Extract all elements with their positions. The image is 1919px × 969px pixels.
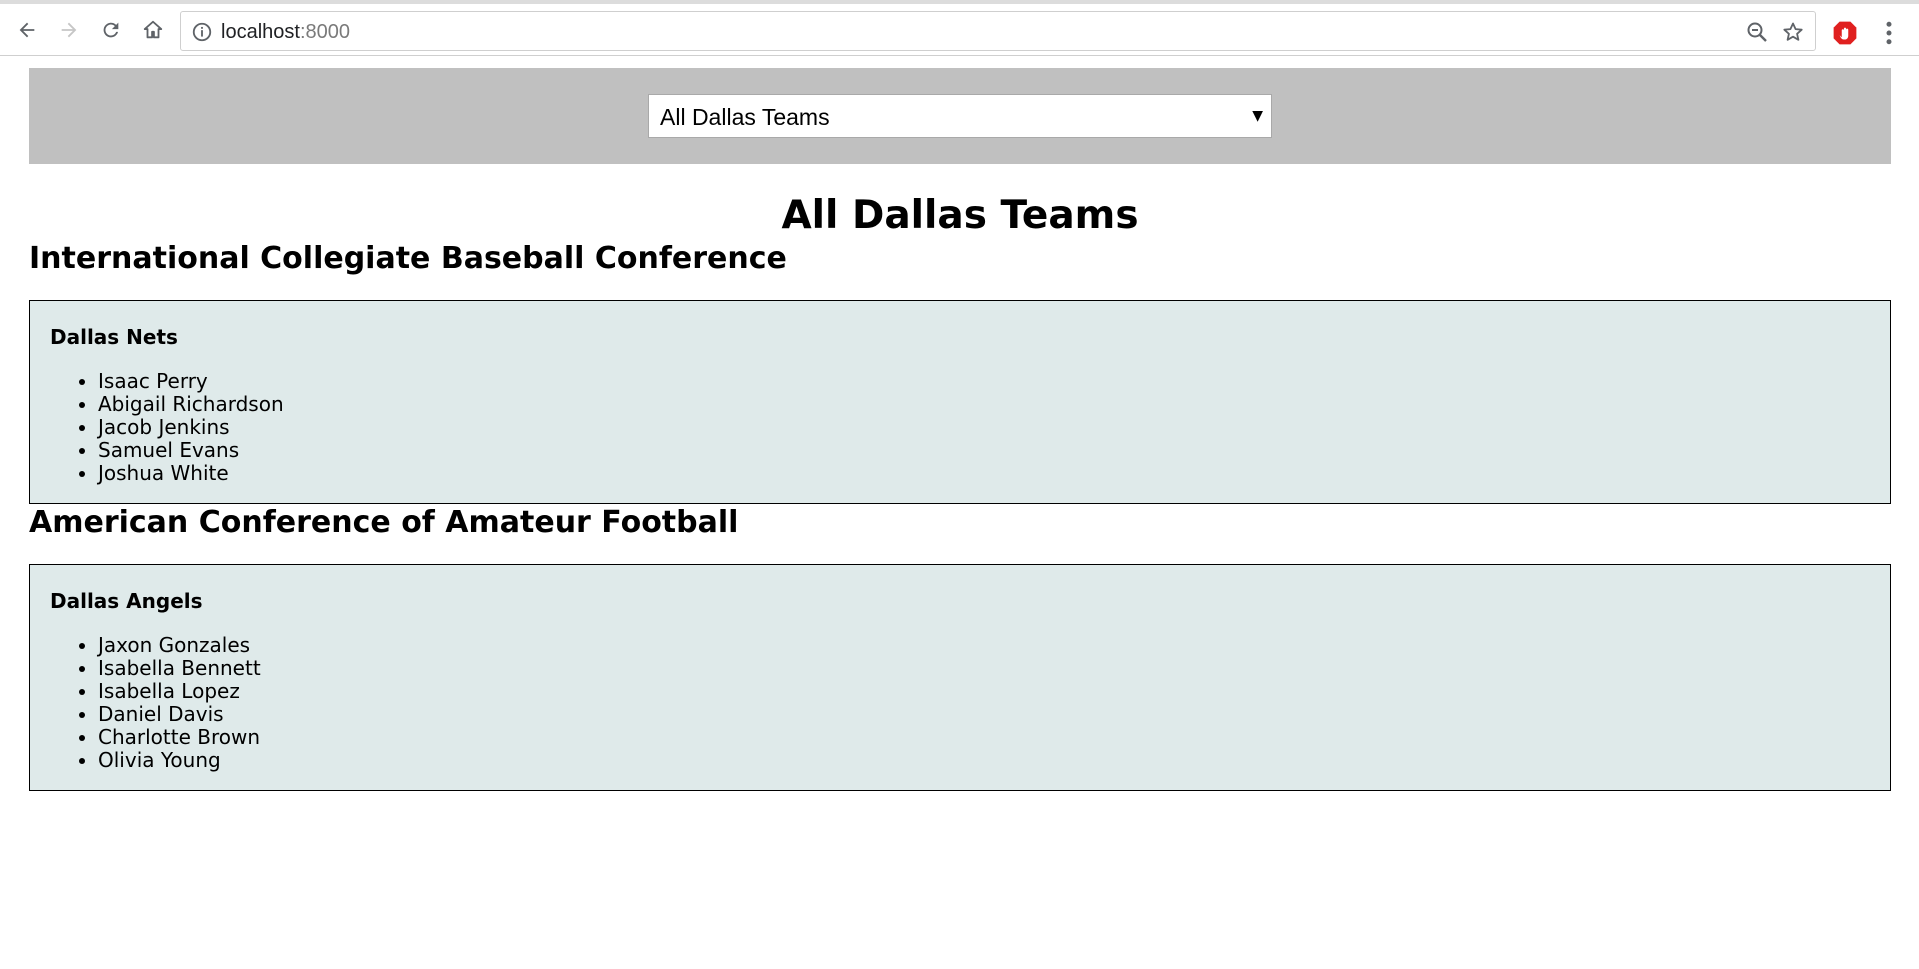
header-bar: All Dallas Teams ▼	[29, 68, 1891, 164]
team-select-value: All Dallas Teams	[660, 104, 830, 130]
team-name: Dallas Nets	[50, 325, 178, 349]
home-icon[interactable]	[139, 16, 167, 44]
dropdown-arrow-icon: ▼	[1252, 108, 1263, 124]
player-item: Joshua White	[98, 462, 1870, 485]
player-item: Daniel Davis	[98, 703, 1870, 726]
back-icon[interactable]	[13, 16, 41, 44]
conference-section: International Collegiate Baseball Confer…	[29, 240, 1891, 504]
address-bar[interactable]: localhost:8000	[180, 11, 1816, 51]
conference-section: American Conference of Amateur Football …	[29, 504, 1891, 791]
conference-title: International Collegiate Baseball Confer…	[29, 241, 787, 276]
extension-icon[interactable]	[1832, 20, 1858, 46]
player-item: Charlotte Brown	[98, 726, 1870, 749]
forward-icon[interactable]	[55, 16, 83, 44]
conference-title: American Conference of Amateur Football	[29, 505, 739, 540]
player-item: Olivia Young	[98, 749, 1870, 772]
player-item: Jacob Jenkins	[98, 416, 1870, 439]
team-card: Dallas Nets Isaac Perry Abigail Richards…	[29, 300, 1891, 504]
player-item: Abigail Richardson	[98, 393, 1870, 416]
player-list: Isaac Perry Abigail Richardson Jacob Jen…	[50, 370, 1870, 485]
url-text[interactable]: localhost:8000	[221, 21, 350, 43]
player-item: Isabella Bennett	[98, 657, 1870, 680]
star-icon[interactable]	[1781, 20, 1805, 44]
page-content: All Dallas Teams ▼ All Dallas Teams Inte…	[29, 68, 1891, 791]
info-icon[interactable]	[191, 21, 213, 43]
page-title: All Dallas Teams	[781, 193, 1139, 238]
player-item: Isaac Perry	[98, 370, 1870, 393]
zoom-out-icon[interactable]	[1745, 20, 1769, 44]
player-item: Samuel Evans	[98, 439, 1870, 462]
url-port: :8000	[299, 21, 350, 43]
reload-icon[interactable]	[97, 16, 125, 44]
player-item: Jaxon Gonzales	[98, 634, 1870, 657]
player-item: Isabella Lopez	[98, 680, 1870, 703]
team-select[interactable]: All Dallas Teams ▼	[648, 94, 1272, 138]
more-vert-icon[interactable]	[1882, 18, 1896, 48]
team-name: Dallas Angels	[50, 589, 203, 613]
player-list: Jaxon Gonzales Isabella Bennett Isabella…	[50, 634, 1870, 772]
url-host: localhost	[221, 21, 300, 43]
browser-toolbar: localhost:8000	[0, 4, 1919, 56]
team-card: Dallas Angels Jaxon Gonzales Isabella Be…	[29, 564, 1891, 791]
